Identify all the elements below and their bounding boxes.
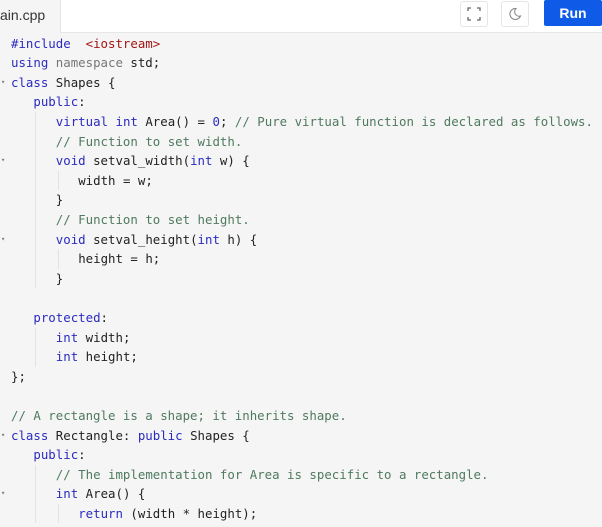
code-text: }; xyxy=(11,367,26,387)
indent-guide xyxy=(57,170,59,191)
code-token: namespace xyxy=(55,55,123,71)
code-keyword: class xyxy=(11,74,49,90)
fullscreen-button[interactable] xyxy=(460,1,488,27)
code-keyword: public xyxy=(33,94,79,110)
code-token: Rectangle: xyxy=(48,427,138,443)
code-text: public: xyxy=(33,445,85,465)
code-comment: // Function to set height. xyxy=(55,211,250,227)
code-text: using namespace std; xyxy=(11,53,160,73)
code-keyword: public xyxy=(33,447,79,463)
code-token: Area() = xyxy=(137,113,213,129)
indent-guide xyxy=(35,327,37,367)
code-keyword: return xyxy=(78,505,123,521)
code-text: height = h; xyxy=(78,249,160,269)
code-token: width; xyxy=(78,329,131,345)
code-token: } xyxy=(55,192,64,208)
fold-arrow-icon[interactable]: ▾ xyxy=(1,484,5,504)
code-keyword: int xyxy=(55,349,79,365)
run-button[interactable]: Run xyxy=(544,0,602,26)
code-text: // A rectangle is a shape; it inherits s… xyxy=(11,406,347,426)
code-text: int Area() { xyxy=(56,484,146,504)
indent-guide xyxy=(35,111,37,289)
code-keyword: class xyxy=(11,427,49,443)
code-text: protected: xyxy=(33,308,108,328)
code-keyword: using xyxy=(11,55,49,71)
code-text: // Function to set height. xyxy=(56,210,250,230)
fullscreen-icon xyxy=(467,7,481,21)
code-text: class Shapes { xyxy=(11,73,115,93)
code-token: : xyxy=(78,94,86,110)
code-token: h) { xyxy=(219,231,258,247)
code-keyword: int xyxy=(55,329,79,345)
code-comment: // Pure virtual function is declared as … xyxy=(234,113,593,129)
file-tab[interactable]: ain.cpp xyxy=(0,0,61,33)
code-text: int width; xyxy=(56,328,131,348)
code-text: } xyxy=(56,269,63,289)
code-token: height = h; xyxy=(78,251,161,267)
code-text: // Function to set width. xyxy=(56,132,243,152)
indent-guide xyxy=(57,503,59,524)
code-token: height; xyxy=(78,349,138,365)
indent-guide xyxy=(35,464,37,524)
code-token: setval_width( xyxy=(85,153,191,169)
code-text: int height; xyxy=(56,347,138,367)
code-editor[interactable]: #include <iostream> using namespace std; ▾… xyxy=(0,33,602,527)
code-keyword: void xyxy=(55,231,86,247)
fold-arrow-icon[interactable]: ▾ xyxy=(1,230,5,250)
fold-arrow-icon[interactable]: ▾ xyxy=(1,151,5,171)
code-token: }; xyxy=(11,368,26,384)
code-comment: // A rectangle is a shape; it inherits s… xyxy=(11,407,347,423)
code-text: public: xyxy=(33,92,85,112)
fold-arrow-icon[interactable]: ▾ xyxy=(1,73,5,93)
code-keyword: int xyxy=(55,486,79,502)
code-token: w) { xyxy=(212,153,250,169)
code-text: return (width * height); xyxy=(78,504,257,524)
code-keyword: #include xyxy=(11,35,71,51)
code-text: width = w; xyxy=(78,171,153,191)
code-token: Area() { xyxy=(78,486,146,502)
code-keyword: void xyxy=(55,153,86,169)
code-token: : xyxy=(78,447,86,463)
code-keyword: 0 xyxy=(212,113,220,129)
code-keyword: public xyxy=(137,427,183,443)
code-keyword: int xyxy=(197,231,220,247)
code-text: } xyxy=(56,190,63,210)
code-comment: // Function to set width. xyxy=(55,133,243,149)
code-keyword: virtual xyxy=(55,113,109,129)
code-token: width = w; xyxy=(78,172,153,188)
code-text: class Rectangle: public Shapes { xyxy=(11,426,250,446)
code-token: Shapes { xyxy=(48,74,116,90)
code-token: } xyxy=(55,270,64,286)
fold-arrow-icon[interactable]: ▾ xyxy=(1,426,5,446)
code-text: // The implementation for Area is specif… xyxy=(56,465,489,485)
code-text: void setval_width(int w) { xyxy=(56,151,250,171)
code-token: (width * height); xyxy=(122,505,258,521)
code-text: void setval_height(int h) { xyxy=(56,230,257,250)
code-comment: // The implementation for Area is specif… xyxy=(55,466,489,482)
theme-toggle-button[interactable] xyxy=(501,1,529,27)
editor-header: ain.cpp Run xyxy=(0,0,602,33)
code-token: : xyxy=(100,309,108,325)
code-keyword: protected xyxy=(33,309,101,325)
code-token: setval_height( xyxy=(85,231,198,247)
moon-icon xyxy=(509,7,522,20)
code-text: virtual int Area() = 0; // Pure virtual … xyxy=(56,112,593,132)
code-keyword: int xyxy=(115,113,138,129)
indent-guide xyxy=(57,249,59,269)
file-tab-label: ain.cpp xyxy=(0,7,46,23)
code-string: <iostream> xyxy=(85,35,161,51)
code-token: std; xyxy=(122,55,161,71)
code-text: #include <iostream> xyxy=(11,34,160,54)
code-keyword: int xyxy=(190,153,213,169)
code-token: Shapes { xyxy=(182,427,250,443)
